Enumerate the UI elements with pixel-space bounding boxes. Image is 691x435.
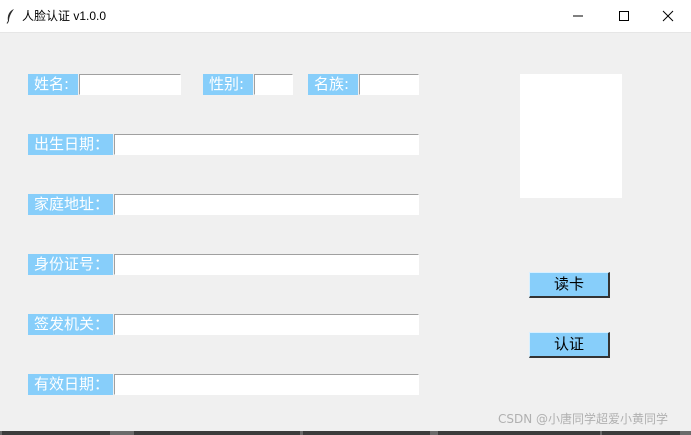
ethnicity-field[interactable] (359, 74, 419, 95)
close-button[interactable] (645, 0, 691, 32)
address-field[interactable] (114, 194, 419, 215)
issuer-label: 签发机关： (28, 314, 113, 335)
close-icon (662, 10, 674, 22)
validity-label: 有效日期： (28, 374, 113, 395)
maximize-icon (619, 11, 629, 21)
gender-field[interactable] (254, 74, 293, 95)
minimize-button[interactable] (555, 0, 601, 32)
birthdate-label: 出生日期： (28, 134, 113, 155)
name-label: 姓名: (28, 74, 78, 95)
feather-icon (5, 8, 17, 24)
title-bar[interactable]: 人脸认证 v1.0.0 (0, 0, 691, 33)
verify-button[interactable]: 认证 (529, 332, 610, 358)
ethnicity-label: 名族: (308, 74, 358, 95)
watermark: CSDN @小唐同学超爱小黄同学 (498, 412, 669, 426)
id-number-label: 身份证号： (28, 254, 113, 275)
address-label: 家庭地址： (28, 194, 113, 215)
minimize-icon (573, 15, 583, 17)
birthdate-field[interactable] (114, 134, 419, 155)
gender-label: 性别: (203, 74, 253, 95)
photo-area (520, 74, 622, 198)
read-card-button[interactable]: 读卡 (529, 272, 610, 298)
taskbar-edge (0, 431, 691, 435)
window-title: 人脸认证 v1.0.0 (22, 9, 107, 23)
validity-field[interactable] (114, 374, 419, 395)
issuer-field[interactable] (114, 314, 419, 335)
maximize-button[interactable] (601, 0, 647, 32)
id-number-field[interactable] (114, 254, 419, 275)
name-field[interactable] (79, 74, 181, 95)
